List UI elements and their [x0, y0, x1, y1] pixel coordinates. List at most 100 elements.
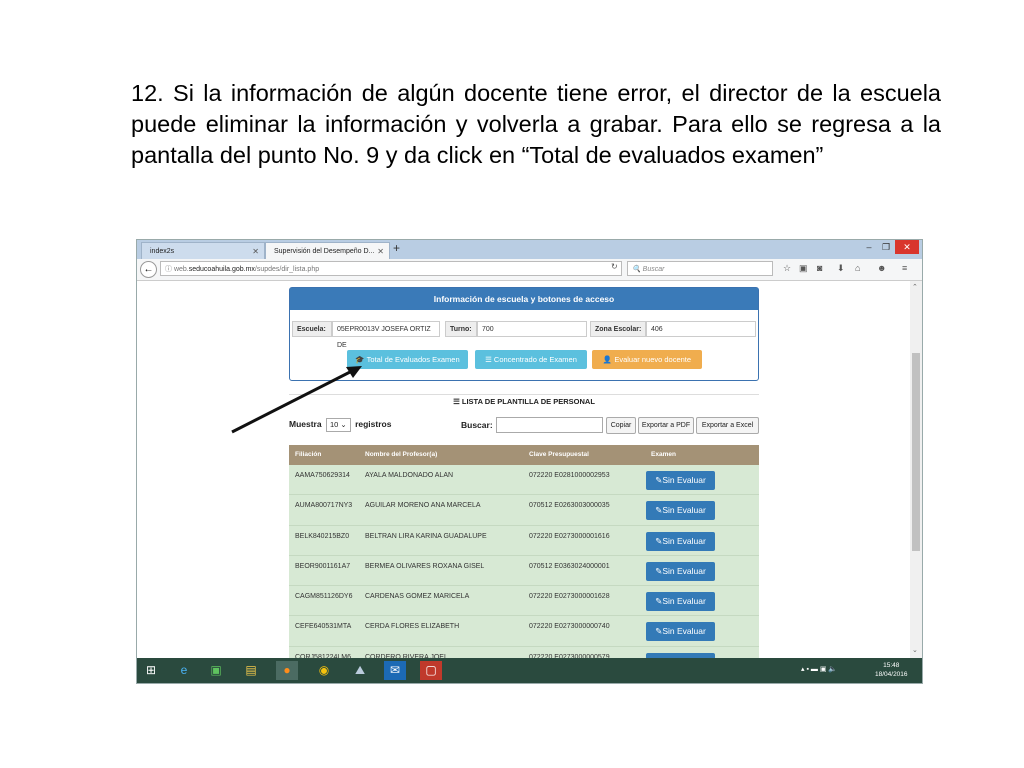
home-icon[interactable]: ⌂	[855, 263, 860, 273]
table-controls: Muestra 10 ⌄ registros Buscar: Copiar Ex…	[289, 417, 759, 437]
back-icon[interactable]: ←	[140, 261, 157, 278]
page-content: Información de escuela y botones de acce…	[137, 281, 910, 678]
tab-bar: index2s ✕ Supervisión del Desempeño D...…	[137, 240, 922, 259]
clock-date: 18/04/2016	[875, 671, 908, 678]
table-row: CAGM851126DY6 CARDENAS GOMEZ MARICELA 0722…	[289, 586, 759, 617]
list-icon: ☰	[485, 355, 494, 364]
table-search-input[interactable]	[496, 417, 603, 433]
table-row: BEOR9001161A7 BERMEA OLIVARES ROXANA GISE…	[289, 555, 759, 587]
export-excel-button[interactable]: Exportar a Excel	[696, 417, 759, 434]
scroll-up-icon[interactable]: ⌃	[912, 283, 918, 291]
smiley-icon[interactable]: ☻	[877, 263, 886, 273]
clave-cell: 070512 E0363024000001	[529, 562, 610, 570]
table-row: AUMA800717NY3 AGUILAR MORENO ANA MARCELA 0…	[289, 495, 759, 526]
firefox-icon[interactable]: ●	[276, 661, 298, 680]
escuela-value: 05EPR0013V JOSEFA ORTIZ DE	[332, 321, 440, 349]
sin-evaluar-button[interactable]: ✎Sin Evaluar	[646, 561, 715, 581]
filiacion-cell: CAGM851126DY6	[295, 593, 353, 601]
escuela-label: Escuela:	[292, 321, 332, 337]
filiacion-cell: BEOR9001161A7	[295, 562, 351, 570]
clave-cell: 070512 E0263003000035	[529, 502, 610, 510]
sin-evaluar-button[interactable]: ✎Sin Evaluar	[646, 501, 715, 521]
chrome-icon[interactable]: ◉	[313, 661, 335, 680]
filiacion-cell: BELK840215BZ0	[295, 532, 350, 540]
list-icon: ☰	[453, 397, 462, 406]
sin-evaluar-button[interactable]: ✎Sin Evaluar	[646, 471, 715, 490]
clipboard-icon[interactable]: ▣	[799, 263, 808, 274]
edge-icon[interactable]: e	[173, 661, 195, 680]
search-placeholder: Buscar	[642, 266, 665, 273]
store-icon[interactable]: ▣	[205, 661, 227, 680]
nombre-cell: CARDENAS GOMEZ MARICELA	[365, 593, 470, 601]
column-header[interactable]: Examen	[651, 445, 676, 465]
maximize-icon[interactable]: ❐	[878, 240, 894, 254]
search-input[interactable]: 🔍 Buscar	[627, 261, 773, 276]
tab-supervision[interactable]: Supervisión del Desempeño D... ✕	[265, 242, 390, 259]
sin-evaluar-button[interactable]: ✎Sin Evaluar	[646, 592, 715, 612]
vertical-scrollbar[interactable]: ⌃ ⌄	[910, 281, 922, 658]
muestra-label: Muestra	[289, 419, 322, 429]
tab-label: Supervisión del Desempeño D...	[274, 248, 375, 255]
sin-evaluar-button[interactable]: ✎Sin Evaluar	[646, 622, 715, 642]
pdf-icon[interactable]: ▢	[420, 661, 442, 680]
navigation-bar: ← ⓘ web.seducoahuila.gob.mx/supdes/dir_l…	[137, 259, 922, 281]
windows-start-icon[interactable]: ⊞	[140, 661, 162, 680]
reload-icon[interactable]: ↻	[611, 262, 618, 271]
tab-label: index2s	[150, 248, 175, 255]
sin-evaluar-label: Sin Evaluar	[662, 475, 706, 485]
table-header: Filiación Nombre del Profesor(a) Clave P…	[289, 445, 759, 465]
total-evaluados-label: Total de Evaluados Examen	[366, 355, 460, 364]
new-tab-icon[interactable]: +	[393, 241, 400, 255]
tab-index2s[interactable]: index2s ✕	[141, 242, 265, 259]
close-tab-icon[interactable]: ✕	[377, 243, 384, 260]
menu-icon[interactable]: ≡	[902, 263, 907, 273]
system-tray-icons[interactable]: ▴ ▪ ▬ ▣ 🔈	[801, 665, 837, 673]
close-tab-icon[interactable]: ✕	[252, 243, 259, 260]
file-explorer-icon[interactable]: ▤	[240, 661, 262, 680]
turno-value: 700	[477, 321, 587, 337]
clock[interactable]: 15:48 18/04/2016	[875, 661, 908, 679]
copiar-button[interactable]: Copiar	[606, 417, 636, 434]
page-size-select[interactable]: 10 ⌄	[325, 418, 351, 432]
page-size-control: Muestra 10 ⌄ registros	[289, 417, 391, 432]
zona-label: Zona Escolar:	[590, 321, 646, 337]
sin-evaluar-label: Sin Evaluar	[662, 535, 706, 546]
instruction-text: 12. Si la información de algún docente t…	[131, 80, 941, 168]
column-header[interactable]: Nombre del Profesor(a)	[365, 445, 437, 465]
bookmark-star-icon[interactable]: ☆	[783, 263, 791, 274]
table-row: CEFE640531MTA CERDA FLORES ELIZABETH 07222…	[289, 616, 759, 647]
export-pdf-button[interactable]: Exportar a PDF	[638, 417, 694, 434]
url-prefix: web.	[173, 266, 189, 273]
app-icon[interactable]: ⛰	[349, 661, 371, 680]
clave-cell: 072220 E0273000001616	[529, 532, 610, 540]
clave-cell: 072220 E0281000002953	[529, 472, 610, 479]
school-info-panel: Información de escuela y botones de acce…	[289, 287, 759, 381]
sin-evaluar-label: Sin Evaluar	[662, 596, 706, 607]
column-header[interactable]: Filiación	[295, 445, 321, 465]
scrollbar-thumb[interactable]	[912, 353, 920, 551]
url-path: /supdes/dir_lista.php	[254, 266, 320, 273]
sin-evaluar-button[interactable]: ✎Sin Evaluar	[646, 531, 715, 551]
sin-evaluar-label: Sin Evaluar	[662, 565, 706, 576]
concentrado-button[interactable]: ☰ Concentrado de Examen	[475, 350, 587, 369]
minimize-icon[interactable]: –	[861, 240, 877, 254]
nombre-cell: CERDA FLORES ELIZABETH	[365, 623, 460, 631]
total-evaluados-button[interactable]: 🎓 Total de Evaluados Examen	[347, 350, 468, 369]
concentrado-label: Concentrado de Examen	[493, 355, 577, 364]
pocket-icon[interactable]: ◙	[817, 263, 822, 273]
clock-time: 15:48	[883, 662, 900, 669]
download-icon[interactable]: ⬇	[837, 263, 845, 274]
user-icon: 👤	[602, 355, 615, 364]
sin-evaluar-label: Sin Evaluar	[662, 626, 706, 637]
close-window-icon[interactable]: ✕	[895, 240, 919, 254]
column-header[interactable]: Clave Presupuestal	[529, 445, 589, 465]
evaluar-nuevo-button[interactable]: 👤 Evaluar nuevo docente	[592, 350, 702, 369]
filiacion-cell: AAMA750629314	[295, 472, 350, 479]
staff-table: Filiación Nombre del Profesor(a) Clave P…	[289, 445, 759, 678]
scroll-down-icon[interactable]: ⌄	[912, 646, 918, 654]
list-title-text: LISTA DE PLANTILLA DE PERSONAL	[461, 397, 595, 406]
windows-taskbar: ⊞ e ▣ ▤ ● ◉ ⛰ ✉ ▢ ▴ ▪ ▬ ▣ 🔈 15:48 18/04/…	[137, 658, 922, 683]
address-bar[interactable]: ⓘ web.seducoahuila.gob.mx/supdes/dir_lis…	[160, 261, 622, 276]
mail-icon[interactable]: ✉	[384, 661, 406, 680]
buscar-label: Buscar:	[461, 420, 493, 430]
